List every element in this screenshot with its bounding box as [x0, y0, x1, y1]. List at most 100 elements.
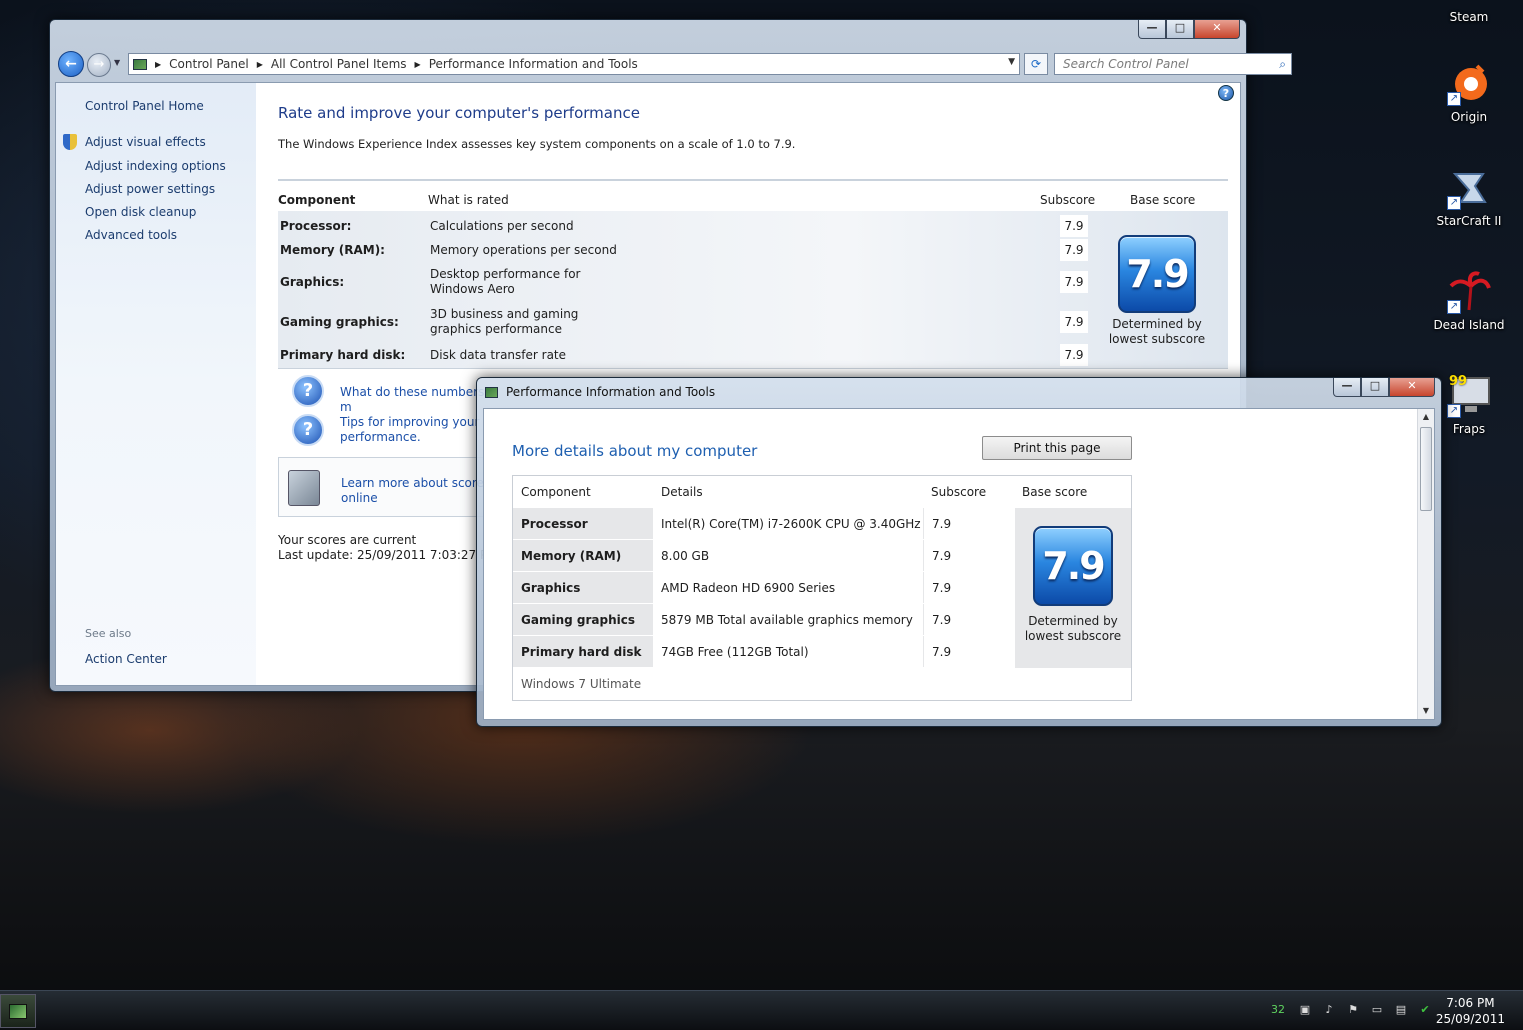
desktop-icon-label: StarCraft II	[1436, 214, 1502, 228]
desktop-icon-origin[interactable]: ↗ Origin	[1431, 62, 1507, 124]
task-pane: Control Panel Home Adjust visual effects…	[56, 83, 256, 685]
intro-text: The Windows Experience Index assesses ke…	[278, 137, 796, 151]
desktop-icon-label: Dead Island	[1433, 318, 1505, 332]
row-rated: Memory operations per second	[430, 243, 617, 257]
action-center-flag-icon[interactable]: ⚑	[1346, 1003, 1360, 1017]
breadcrumb-chevron-icon[interactable]: ▶	[257, 60, 263, 69]
table-row: Memory (RAM) 8.00 GB 7.9	[513, 540, 1015, 572]
origin-icon: ↗	[1447, 62, 1491, 106]
security-check-icon[interactable]: ✔	[1418, 1003, 1432, 1017]
table-row: Processor Intel(R) Core(TM) i7-2600K CPU…	[513, 508, 1015, 540]
row-subscore: 7.9	[1060, 344, 1088, 366]
improve-performance-link[interactable]: Tips for improving your c performance.	[340, 415, 490, 445]
network-status-icon[interactable]: ▤	[1394, 1003, 1408, 1017]
row-subscore: 7.9	[923, 540, 1015, 571]
taskbar: 32 ▣ ♪ ⚑ ▭ ▤ ✔ 7:06 PM 25/09/2011	[0, 990, 1523, 1030]
desktop-icon-label: Fraps	[1452, 422, 1486, 436]
scores-status: Your scores are current Last update: 25/…	[278, 533, 498, 563]
breadcrumb-control-panel[interactable]: Control Panel	[169, 57, 249, 71]
print-button[interactable]: Print this page	[982, 436, 1132, 460]
header-subscore: Subscore	[931, 485, 987, 499]
close-button[interactable]: ✕	[1389, 378, 1435, 397]
maximize-button[interactable]: □	[1166, 20, 1194, 39]
control-panel-home-link[interactable]: Control Panel Home	[85, 99, 204, 113]
see-also-label: See also	[85, 627, 132, 640]
refresh-button[interactable]: ⟳	[1024, 53, 1048, 75]
back-button[interactable]: ←	[58, 51, 84, 77]
action-center-link[interactable]: Action Center	[85, 652, 167, 666]
recent-pages-dropdown[interactable]: ▼	[114, 58, 120, 67]
scroll-up-icon[interactable]: ▲	[1418, 409, 1434, 425]
task-link-power[interactable]: Adjust power settings	[85, 182, 215, 196]
breadcrumb-all-items[interactable]: All Control Panel Items	[271, 57, 407, 71]
taskbar-clock[interactable]: 7:06 PM 25/09/2011	[1436, 995, 1505, 1027]
vertical-scrollbar[interactable]: ▲ ▼	[1417, 409, 1434, 719]
desktop-icon-steam[interactable]: Steam	[1431, 0, 1507, 24]
last-update-text: Last update: 25/09/2011 7:03:27 PM	[278, 548, 498, 562]
desktop-icon-fraps[interactable]: 99 ↗ Fraps	[1431, 374, 1507, 436]
shortcut-arrow-icon: ↗	[1447, 196, 1461, 210]
desktop-icon-starcraft[interactable]: ↗ StarCraft II	[1431, 166, 1507, 228]
row-rated: Calculations per second	[430, 219, 574, 233]
address-bar[interactable]: ▶ Control Panel ▶ All Control Panel Item…	[128, 53, 1020, 75]
task-link-advanced-tools[interactable]: Advanced tools	[85, 228, 177, 242]
close-button[interactable]: ✕	[1194, 20, 1240, 39]
minimize-button[interactable]: —	[1138, 20, 1166, 39]
caption-buttons: — □ ✕	[1138, 20, 1240, 39]
help-icon[interactable]: ?	[1218, 85, 1234, 101]
row-component: Primary hard disk	[521, 645, 642, 659]
row-details: 5879 MB Total available graphics memory	[653, 604, 923, 635]
header-base: Base score	[1130, 193, 1196, 207]
start-orb-icon	[9, 1004, 27, 1019]
scores-current-text: Your scores are current	[278, 533, 417, 547]
breadcrumb-performance[interactable]: Performance Information and Tools	[429, 57, 638, 71]
maximize-button[interactable]: □	[1361, 378, 1389, 397]
breadcrumb-chevron-icon[interactable]: ▶	[415, 60, 421, 69]
os-edition: Windows 7 Ultimate	[521, 677, 642, 691]
shortcut-arrow-icon: ↗	[1447, 92, 1461, 106]
details-window: Performance Information and Tools — □ ✕ …	[476, 377, 1442, 727]
breadcrumb-chevron-icon[interactable]: ▶	[155, 60, 161, 69]
row-rated: Disk data transfer rate	[430, 348, 567, 362]
row-subscore: 7.9	[923, 636, 1015, 667]
desktop-icon-label: Steam	[1449, 10, 1489, 24]
volume-icon[interactable]: ♪	[1322, 1003, 1336, 1017]
row-subscore: 7.9	[923, 508, 1015, 539]
what-numbers-mean-link[interactable]: What do these numbers m	[340, 385, 490, 415]
task-link-disk-cleanup[interactable]: Open disk cleanup	[85, 205, 196, 219]
display-tray-icon[interactable]: ▭	[1370, 1003, 1384, 1017]
task-link-indexing[interactable]: Adjust indexing options	[85, 159, 226, 173]
tray-counter[interactable]: 32	[1268, 1003, 1288, 1017]
row-component: Graphics:	[280, 275, 345, 289]
row-details: Intel(R) Core(TM) i7-2600K CPU @ 3.40GHz	[653, 508, 923, 539]
row-component: Gaming graphics	[521, 613, 635, 627]
desktop-icon-label: Origin	[1450, 110, 1488, 124]
dead-island-icon: ↗	[1447, 270, 1491, 314]
minimize-button[interactable]: —	[1333, 378, 1361, 397]
scroll-thumb[interactable]	[1420, 427, 1432, 511]
table-row: Memory (RAM): Memory operations per seco…	[278, 239, 1108, 261]
steam-icon	[1447, 0, 1491, 6]
forward-button[interactable]: →	[87, 53, 111, 77]
row-details: AMD Radeon HD 6900 Series	[653, 572, 923, 603]
network-tray-icon[interactable]: ▣	[1298, 1003, 1312, 1017]
table-row: Processor: Calculations per second 7.9	[278, 215, 1108, 237]
learn-more-scores-link[interactable]: Learn more about scores online	[341, 476, 491, 506]
scroll-down-icon[interactable]: ▼	[1418, 703, 1434, 719]
start-button[interactable]	[0, 994, 36, 1028]
row-component: Memory (RAM):	[280, 243, 385, 257]
help-question-icon: ?	[292, 375, 324, 407]
header-rated: What is rated	[428, 193, 509, 207]
navigation-bar: ← → ▼ ▶ Control Panel ▶ All Control Pane…	[58, 50, 1292, 80]
table-row: Primary hard disk 74GB Free (112GB Total…	[513, 636, 1015, 668]
fraps-icon: 99 ↗	[1447, 374, 1491, 418]
row-rated: Desktop performance for Windows Aero	[430, 267, 581, 296]
search-icon[interactable]: ⌕	[1279, 54, 1286, 74]
desktop-icon-dead-island[interactable]: ↗ Dead Island	[1431, 270, 1507, 332]
table-row: Graphics AMD Radeon HD 6900 Series 7.9	[513, 572, 1015, 604]
header-base: Base score	[1022, 485, 1088, 499]
search-input[interactable]: Search Control Panel ⌕	[1054, 53, 1292, 75]
row-component: Graphics	[521, 581, 581, 595]
task-link-visual-effects[interactable]: Adjust visual effects	[85, 135, 206, 149]
address-dropdown-icon[interactable]: ▼	[1008, 57, 1015, 67]
